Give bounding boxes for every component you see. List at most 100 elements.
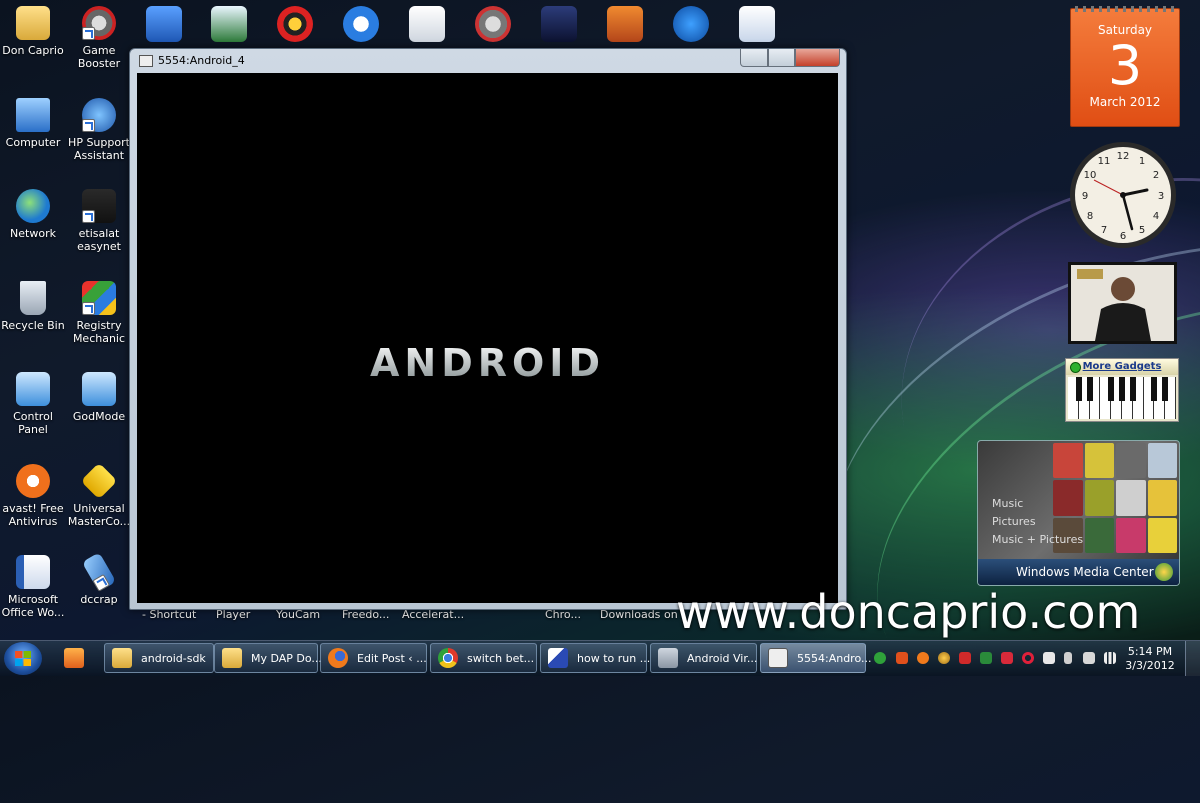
tray-icon-opera[interactable] (1022, 652, 1034, 664)
emulator-window-icon (768, 648, 788, 668)
calendar-date: 3 (1107, 34, 1143, 97)
taskbar-button-how-to-run[interactable]: how to run ... (540, 643, 650, 673)
svg-text:5: 5 (1139, 225, 1145, 236)
desktop-icon-eye[interactable] (277, 6, 313, 42)
media-center-brand-bar[interactable]: Windows Media Center (978, 559, 1179, 585)
wrench-icon (82, 281, 116, 315)
window-title: 5554:Android_4 (158, 54, 245, 67)
svg-text:9: 9 (1082, 191, 1088, 202)
taskbar-clock[interactable]: 5:14 PM 3/3/2012 (1124, 645, 1176, 673)
desktop-icon-document[interactable] (739, 6, 775, 42)
media-player-icon (64, 648, 84, 668)
svg-text:11: 11 (1098, 156, 1111, 167)
desktop-icon-gauge[interactable] (475, 6, 511, 42)
tray-icon-flag[interactable] (1043, 652, 1055, 664)
control-panel-icon (16, 372, 50, 406)
folder-icon (112, 648, 132, 668)
tray-icon-network[interactable] (959, 652, 971, 664)
chrome-icon (438, 648, 458, 668)
emulator-window[interactable]: 5554:Android_4 ANDROID (129, 48, 847, 610)
start-button[interactable] (4, 642, 42, 675)
desktop-icon-recycle-bin[interactable]: Recycle Bin (0, 281, 66, 332)
media-menu-music-pictures[interactable]: Music + Pictures (992, 531, 1083, 549)
desktop-icon-skull[interactable] (541, 6, 577, 42)
desktop-icon-dccrap[interactable]: dccrap (66, 552, 132, 606)
window-controls (740, 49, 840, 67)
desktop-icon-fox[interactable] (607, 6, 643, 42)
piano-keys[interactable] (1068, 377, 1176, 419)
desktop-icon-label: Control Panel (13, 410, 53, 436)
desktop-icon-blue[interactable] (673, 6, 709, 42)
tray-icon-globe[interactable] (938, 652, 950, 664)
tray-icon-battery[interactable] (1064, 652, 1072, 664)
taskbar-button-android-virtual[interactable]: Android Vir... (650, 643, 757, 673)
piano-key[interactable] (1100, 377, 1115, 419)
calendar-month: March 2012 (1089, 95, 1161, 109)
desktop-icon-label: Computer (5, 136, 61, 149)
desktop-icon-label: avast! Free Antivirus (2, 502, 64, 528)
volume-icon[interactable] (1083, 652, 1095, 664)
media-center-gadget[interactable]: Music Pictures Music + Pictures Windows … (977, 440, 1180, 586)
desktop-icon-java[interactable] (409, 6, 445, 42)
media-menu-pictures[interactable]: Pictures (992, 513, 1083, 531)
emulator-screen[interactable]: ANDROID (137, 73, 838, 603)
desktop-icon-computer[interactable]: Computer (0, 98, 66, 149)
desktop-icon-hp-support[interactable]: HP Support Assistant (66, 98, 132, 162)
tray-icon-orange-circle[interactable] (917, 652, 929, 664)
desktop-icon-label: Universal MasterCo... (67, 502, 131, 528)
tray-icon-flame[interactable] (896, 652, 908, 664)
window-app-icon[interactable] (139, 55, 153, 67)
more-gadgets-link[interactable]: More Gadgets (1066, 359, 1178, 375)
desktop-icon-registry-mechanic[interactable]: Registry Mechanic (66, 281, 132, 345)
desktop-icon-label: Network (10, 227, 56, 240)
piano-key[interactable] (1143, 377, 1158, 419)
piano-key[interactable] (1068, 377, 1082, 419)
minimize-button[interactable] (740, 49, 768, 67)
desktop-icon-label: Microsoft Office Wo... (1, 593, 65, 619)
computer-icon (16, 98, 50, 132)
desktop-icon-vpn[interactable] (146, 6, 182, 42)
media-menu: Music Pictures Music + Pictures (992, 495, 1083, 549)
show-desktop-button[interactable] (1185, 641, 1200, 676)
taskbar-pinned-media-player[interactable] (52, 644, 96, 673)
close-button[interactable] (795, 49, 840, 67)
usb-drive-icon (81, 552, 117, 592)
desktop-icon-network[interactable]: Network (0, 189, 66, 240)
piano-gadget[interactable]: More Gadgets (1065, 358, 1179, 422)
desktop-icon-etisalat[interactable]: etisalat easynet (66, 189, 132, 253)
taskbar-button-my-dap[interactable]: My DAP Do... (214, 643, 322, 673)
globe-icon (16, 189, 50, 223)
maximize-button[interactable] (768, 49, 795, 67)
desktop-icon-godmode[interactable]: GodMode (66, 372, 132, 423)
calendar-gadget[interactable]: Saturday 3 March 2012 (1070, 6, 1180, 127)
media-menu-music[interactable]: Music (992, 495, 1083, 513)
android-boot-logo: ANDROID (137, 341, 838, 385)
folder-icon (16, 6, 50, 40)
tray-icon-signal[interactable] (1104, 652, 1116, 664)
download-icon (658, 648, 678, 668)
clock-gadget[interactable]: 12 12 3 45 6 78 9 1011 (1068, 140, 1178, 250)
desktop-icon-avast[interactable]: avast! Free Antivirus (0, 464, 66, 528)
slideshow-gadget[interactable] (1068, 262, 1177, 344)
desktop-icon-game-booster[interactable]: Game Booster (66, 6, 132, 70)
desktop-icon-ccleaner[interactable] (343, 6, 379, 42)
desktop-icon-control-panel[interactable]: Control Panel (0, 372, 66, 436)
paint-icon (548, 648, 568, 668)
taskbar: android-sdk My DAP Do... Edit Post ‹ ...… (0, 640, 1200, 676)
taskbar-button-emulator[interactable]: 5554:Andro... (760, 643, 872, 673)
avast-icon (16, 464, 50, 498)
window-titlebar[interactable]: 5554:Android_4 (130, 49, 846, 71)
taskbar-button-android-sdk[interactable]: android-sdk (104, 643, 214, 673)
tray-icon-monitor[interactable] (980, 652, 992, 664)
svg-text:10: 10 (1084, 170, 1097, 181)
tray-icon-red[interactable] (1001, 652, 1013, 664)
tray-icon-green[interactable] (874, 652, 886, 664)
desktop-icon-don-caprio[interactable]: Don Caprio (0, 6, 66, 57)
desktop-icon-ms-office-word[interactable]: Microsoft Office Wo... (0, 555, 66, 619)
desktop-icon-app-green[interactable] (211, 6, 247, 42)
taskbar-button-chrome[interactable]: switch bet... (430, 643, 537, 673)
desktop-icon-universal-masterco[interactable]: Universal MasterCo... (66, 462, 132, 528)
desktop-icon-label: HP Support Assistant (68, 136, 130, 162)
taskbar-button-firefox[interactable]: Edit Post ‹ ... (320, 643, 427, 673)
power-led-icon[interactable] (1070, 362, 1081, 373)
